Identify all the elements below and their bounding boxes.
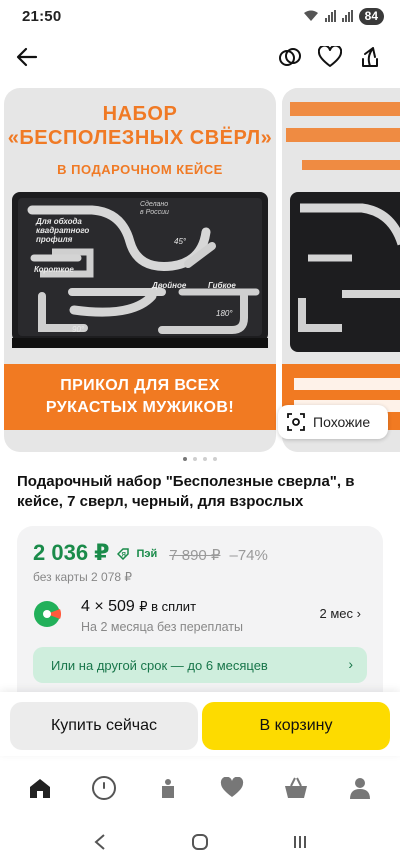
signal-icon bbox=[324, 10, 336, 22]
svg-text:профиля: профиля bbox=[36, 235, 73, 244]
price-without-card: без карты 2 078 ₽ bbox=[33, 570, 133, 584]
case-label-bypass: Для обхода bbox=[35, 217, 82, 226]
profile-icon[interactable] bbox=[340, 768, 380, 808]
status-icons: 84 bbox=[303, 7, 384, 25]
similar-label: Похожие bbox=[313, 414, 371, 430]
svg-text:180°: 180° bbox=[216, 309, 233, 318]
split-term-label: 2 мес bbox=[319, 606, 354, 621]
status-bar: 21:50 84 bbox=[0, 0, 400, 32]
case-label-angle90: 90° bbox=[72, 325, 85, 334]
pay-label: Пэй bbox=[136, 548, 158, 560]
signal-icon-2 bbox=[341, 10, 353, 22]
current-price: 2 036 ₽ bbox=[33, 540, 110, 565]
slide-subtitle: В ПОДАРОЧНОМ КЕЙСЕ bbox=[57, 162, 223, 177]
grocery-icon[interactable] bbox=[148, 768, 188, 808]
system-recents-icon[interactable] bbox=[280, 827, 320, 857]
system-home-icon[interactable] bbox=[180, 827, 220, 857]
bottom-nav bbox=[0, 760, 400, 816]
gallery-dot bbox=[213, 457, 217, 461]
slide-promo-band: ПРИКОЛ ДЛЯ ВСЕХ РУКАСТЫХ МУЖИКОВ! bbox=[4, 364, 276, 430]
share-icon[interactable] bbox=[355, 42, 385, 72]
gallery-slide-next[interactable] bbox=[282, 88, 400, 452]
svg-text:45°: 45° bbox=[174, 237, 187, 246]
heart-icon[interactable] bbox=[315, 42, 345, 72]
other-term-label: Или на другой срок — до 6 месяцев bbox=[51, 657, 268, 673]
app-bar bbox=[0, 38, 400, 78]
case-label-bypass-2: квадратного bbox=[36, 226, 89, 235]
similar-button[interactable]: Похожие bbox=[278, 405, 388, 439]
drill-case-image: Сделано в России Для обхода квадратного … bbox=[12, 192, 268, 348]
slide-title-line2: «БЕСПОЛЕЗНЫХ СВЁРЛ» bbox=[7, 127, 273, 149]
case-label-bypass-3: профиля bbox=[36, 235, 73, 244]
svg-text:Гибкое: Гибкое bbox=[208, 281, 236, 290]
cart-icon[interactable] bbox=[276, 768, 316, 808]
case-label-angle45: 45° bbox=[174, 237, 187, 246]
scan-icon bbox=[287, 413, 305, 431]
battery-badge: 84 bbox=[358, 7, 384, 25]
promo-line2: РУКАСТЫХ МУЖИКОВ! bbox=[45, 399, 235, 416]
gallery-dot bbox=[203, 457, 207, 461]
case-label-bent: Гибкое bbox=[208, 281, 236, 290]
other-term-button[interactable]: Или на другой срок — до 6 месяцев › bbox=[33, 647, 367, 683]
svg-text:90°: 90° bbox=[72, 325, 85, 334]
gallery-dots bbox=[0, 457, 400, 461]
price-card: 2 036 ₽ Я Пэй 7 890 ₽ –74% без карты 2 0… bbox=[17, 526, 383, 692]
wifi-icon bbox=[303, 10, 318, 21]
case-label-made-in: Сделано bbox=[140, 200, 168, 208]
svg-text:Короткое: Короткое bbox=[34, 265, 74, 274]
home-icon[interactable] bbox=[20, 768, 60, 808]
drill-case-image-next bbox=[282, 88, 400, 452]
split-amount-value: 4 × 509 bbox=[81, 598, 135, 615]
buy-now-button[interactable]: Купить сейчас bbox=[10, 702, 198, 750]
image-gallery[interactable]: НАБОР «БЕСПОЛЕЗНЫХ СВЁРЛ» В ПОДАРОЧНОМ К… bbox=[0, 88, 400, 454]
split-term[interactable]: 2 мес › bbox=[320, 606, 361, 621]
case-label-short: Короткое bbox=[34, 265, 74, 274]
svg-text:квадратного: квадратного bbox=[36, 226, 89, 235]
old-price: 7 890 ₽ bbox=[169, 547, 221, 564]
discount-badge: –74% bbox=[229, 547, 268, 564]
add-to-cart-button[interactable]: В корзину bbox=[202, 702, 390, 750]
system-back-icon[interactable] bbox=[80, 827, 120, 857]
price-row: 2 036 ₽ Я Пэй 7 890 ₽ –74% bbox=[33, 540, 268, 566]
gallery-dot bbox=[183, 457, 187, 461]
system-nav bbox=[0, 822, 400, 862]
case-label-made-in-2: в России bbox=[140, 209, 169, 216]
compare-icon[interactable] bbox=[275, 42, 305, 72]
buy-bar: Купить сейчас В корзину bbox=[0, 692, 400, 756]
slide-title-line1: НАБОР bbox=[102, 103, 178, 125]
svg-text:Для обхода: Для обхода bbox=[35, 217, 82, 226]
split-icon bbox=[34, 601, 61, 627]
case-label-double: Двойное bbox=[151, 281, 187, 290]
promo-line1: ПРИКОЛ ДЛЯ ВСЕХ bbox=[60, 377, 220, 394]
case-label-angle180: 180° bbox=[216, 309, 233, 318]
status-time: 21:50 bbox=[22, 7, 62, 25]
alice-icon[interactable] bbox=[84, 768, 124, 808]
svg-text:Я: Я bbox=[122, 553, 126, 559]
slide-title: НАБОР «БЕСПОЛЕЗНЫХ СВЁРЛ» bbox=[4, 102, 276, 150]
split-amount-suffix: ₽ в сплит bbox=[139, 599, 197, 614]
chevron-right-icon: › bbox=[356, 606, 361, 621]
split-payment-row[interactable]: 4 × 509 ₽ в сплит На 2 месяца без перепл… bbox=[33, 598, 367, 638]
yandex-pay-icon: Я bbox=[117, 548, 130, 560]
gallery-slide[interactable]: НАБОР «БЕСПОЛЕЗНЫХ СВЁРЛ» В ПОДАРОЧНОМ К… bbox=[4, 88, 276, 452]
heart-icon[interactable] bbox=[212, 768, 252, 808]
split-amount: 4 × 509 ₽ в сплит bbox=[81, 598, 196, 616]
arrow-left-icon[interactable] bbox=[12, 42, 42, 72]
split-description: На 2 месяца без переплаты bbox=[81, 620, 243, 634]
chevron-right-icon: › bbox=[348, 656, 353, 672]
product-title: Подарочный набор "Бесполезные сверла", в… bbox=[17, 473, 355, 510]
gallery-dot bbox=[193, 457, 197, 461]
svg-text:Двойное: Двойное bbox=[151, 281, 187, 290]
pay-badge[interactable]: Я Пэй bbox=[117, 548, 157, 560]
